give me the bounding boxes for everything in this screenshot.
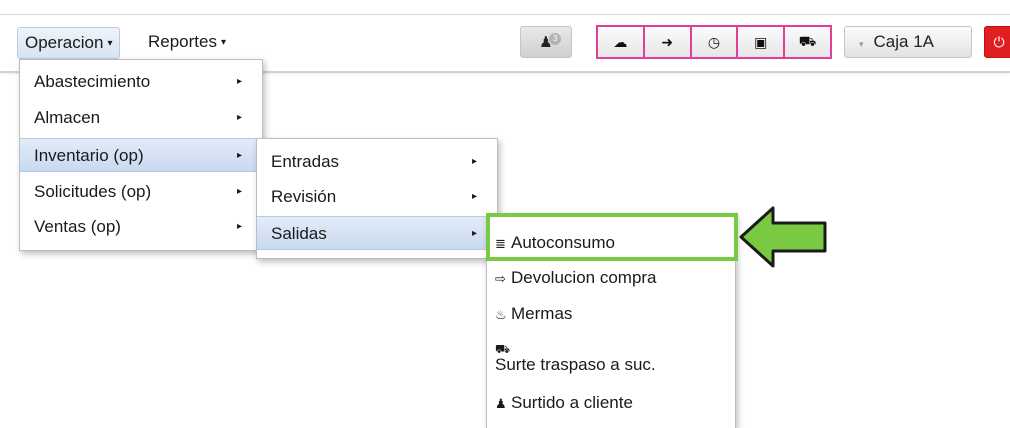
menu-item-abastecimiento[interactable]: Abastecimiento ▸ <box>20 65 262 99</box>
truck-button[interactable]: ⛟ <box>785 27 830 57</box>
menu-item-surte-traspaso[interactable]: ⛟ Surte traspaso a suc. <box>487 334 735 382</box>
pointer-arrow-icon <box>739 206 827 268</box>
menu-item-devolucion-compra[interactable]: ⇨ Devolucion compra <box>487 261 735 295</box>
clock-button[interactable]: ◷ <box>691 27 739 57</box>
clock-icon: ◷ <box>707 33 721 50</box>
power-button[interactable]: ⏻ <box>984 26 1010 58</box>
menu-item-inventario[interactable]: Inventario (op) ▸ <box>20 138 262 172</box>
caret-down-icon: ▾ <box>107 37 113 49</box>
menu-item-label: Revisión <box>271 187 337 206</box>
quick-actions-group: ☁ ➜ ◷ ▣ ⛟ <box>596 25 832 59</box>
menu-reportes-label: Reportes <box>148 32 217 51</box>
power-icon: ⏻ <box>993 34 1005 50</box>
menu-item-label: Surtido a cliente <box>511 393 633 412</box>
menu-item-label: Salidas <box>271 224 327 243</box>
menu-item-salidas[interactable]: Salidas ▸ <box>257 216 497 250</box>
user-icon: ♟ <box>495 396 507 411</box>
menu-item-ventas[interactable]: Ventas (op) ▸ <box>20 210 262 244</box>
caret-right-icon: ▸ <box>236 221 242 232</box>
truck-icon: ⛟ <box>495 342 511 356</box>
operacion-menu: Abastecimiento ▸ Almacen ▸ Inventario (op)… <box>19 59 263 251</box>
caret-right-icon: ▸ <box>236 186 242 197</box>
inventario-submenu: Entradas ▸ Revisión ▸ Salidas ▸ <box>256 138 498 259</box>
waste-icon: ♨ <box>495 307 507 322</box>
menu-item-entradas[interactable]: Entradas ▸ <box>257 145 497 179</box>
menu-operacion[interactable]: Operacion ▾ <box>17 27 121 59</box>
menu-item-label: Entradas <box>271 152 340 171</box>
menu-operacion-label: Operacion <box>25 33 104 52</box>
sign-in-button[interactable]: ➜ <box>644 27 692 57</box>
cloud-icon: ☁ <box>613 33 628 50</box>
return-icon: ⇨ <box>495 271 506 286</box>
cash-register-dropdown[interactable]: ▾ Caja 1A <box>844 26 972 58</box>
menu-item-label: Ventas (op) <box>34 217 121 236</box>
cash-register-label: Caja 1A <box>873 32 935 51</box>
highlight-box <box>486 213 738 261</box>
menu-item-label: Almacen <box>34 108 101 127</box>
menu-item-surtido-cliente[interactable]: ♟ Surtido a cliente <box>487 386 735 420</box>
caret-right-icon: ▸ <box>236 112 242 123</box>
caret-right-icon: ▸ <box>236 76 242 87</box>
menu-item-label: Abastecimiento <box>34 72 151 91</box>
caret-right-icon: ▸ <box>471 228 477 239</box>
menu-item-label: Surte traspaso a suc. <box>495 355 656 374</box>
caret-right-icon: ▸ <box>471 191 477 202</box>
menu-item-label: Inventario (op) <box>34 146 144 165</box>
menu-item-label: Devolucion compra <box>511 268 657 287</box>
caret-down-icon: ▾ <box>220 36 227 48</box>
calculator-icon: ▣ <box>754 33 768 50</box>
menu-item-almacen[interactable]: Almacen ▸ <box>20 101 262 135</box>
menu-item-label: Mermas <box>511 304 573 323</box>
caret-right-icon: ▸ <box>471 156 477 167</box>
menu-item-label: Solicitudes (op) <box>34 182 152 201</box>
menu-item-solicitudes[interactable]: Solicitudes (op) ▸ <box>20 175 262 209</box>
menu-item-mermas[interactable]: ♨ Mermas <box>487 297 735 331</box>
notification-badge: 3 <box>549 33 562 45</box>
truck-icon: ⛟ <box>798 32 817 49</box>
menu-reportes[interactable]: Reportes ▾ <box>141 27 233 57</box>
calculator-button[interactable]: ▣ <box>738 27 786 57</box>
user-notifications-button[interactable]: ♟ 3 <box>520 26 572 58</box>
sign-in-icon: ➜ <box>661 33 674 50</box>
cloud-button[interactable]: ☁ <box>598 27 645 57</box>
caret-down-icon: ▾ <box>859 39 864 49</box>
menu-item-revision[interactable]: Revisión ▸ <box>257 180 497 214</box>
caret-right-icon: ▸ <box>236 150 242 161</box>
